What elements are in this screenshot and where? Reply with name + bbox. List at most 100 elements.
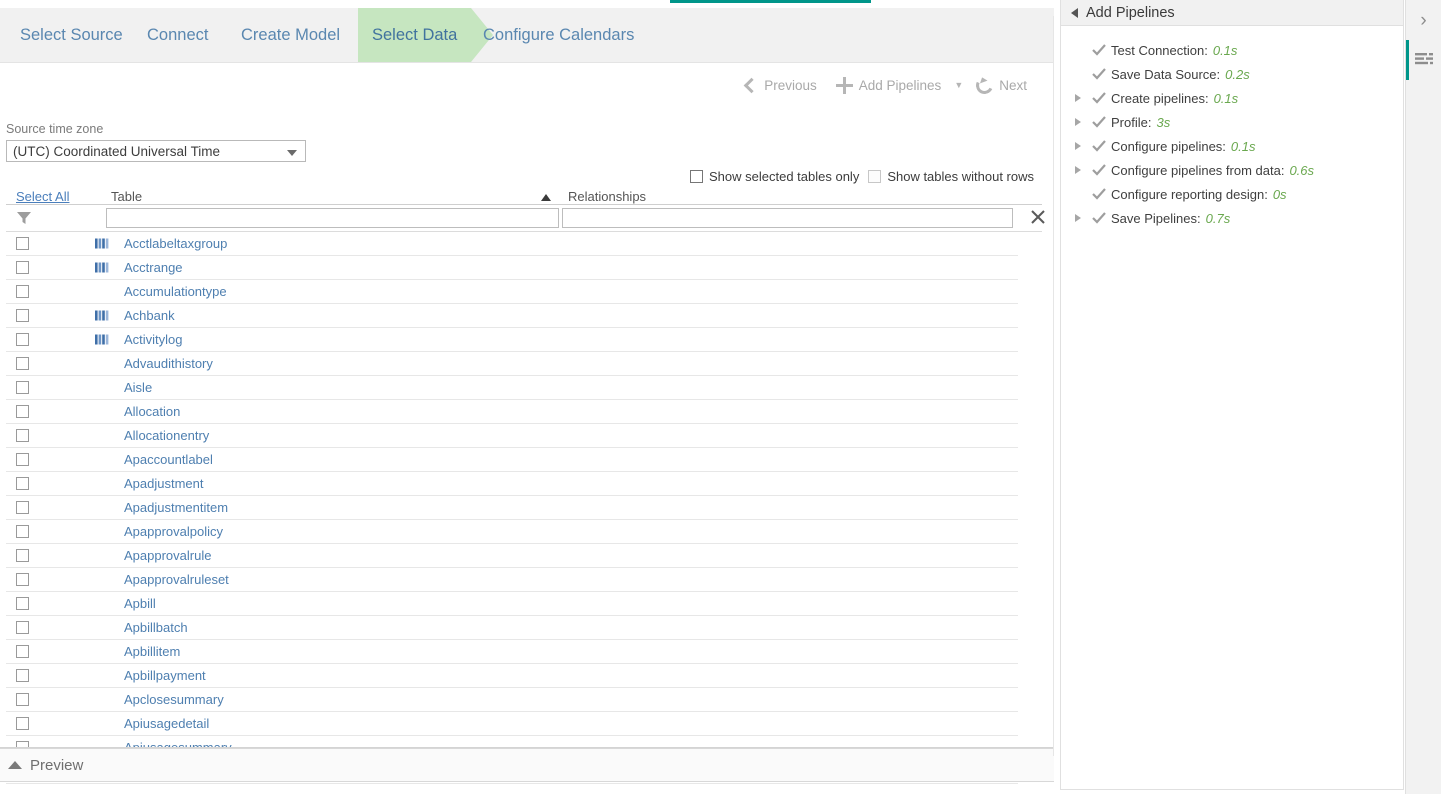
chevron-right-small-icon[interactable] bbox=[1075, 94, 1081, 102]
task-expand-toggle[interactable] bbox=[1075, 94, 1089, 102]
row-checkbox[interactable] bbox=[16, 309, 29, 322]
row-checkbox[interactable] bbox=[16, 501, 29, 514]
row-checkbox[interactable] bbox=[16, 549, 29, 562]
table-name-link[interactable]: Aisle bbox=[116, 380, 152, 395]
show-selected-tables-only-checkbox[interactable] bbox=[690, 170, 703, 183]
task-expand-toggle[interactable] bbox=[1075, 142, 1089, 150]
pipeline-task-item[interactable]: Configure pipelines from data:0.6s bbox=[1075, 158, 1403, 182]
add-pipelines-dropdown-toggle[interactable]: ▼ bbox=[950, 80, 967, 90]
table-name-link[interactable]: Apclosesummary bbox=[116, 692, 224, 707]
table-row[interactable]: Advaudithistory bbox=[6, 352, 1018, 376]
table-row[interactable]: Apiusagedetail bbox=[6, 712, 1018, 736]
pipeline-task-item[interactable]: Test Connection:0.1s bbox=[1075, 38, 1403, 62]
table-name-link[interactable]: Acctrange bbox=[116, 260, 183, 275]
row-checkbox[interactable] bbox=[16, 285, 29, 298]
table-filter-input[interactable] bbox=[106, 208, 559, 228]
table-row[interactable]: Acctlabeltaxgroup bbox=[6, 232, 1018, 256]
collapse-triangle-icon[interactable] bbox=[1071, 8, 1078, 18]
add-pipelines-button[interactable]: Add Pipelines bbox=[826, 76, 951, 94]
pipeline-task-item[interactable]: Save Pipelines:0.7s bbox=[1075, 206, 1403, 230]
table-row[interactable]: Allocation bbox=[6, 400, 1018, 424]
table-row[interactable]: Accumulationtype bbox=[6, 280, 1018, 304]
previous-button[interactable]: Previous bbox=[732, 77, 826, 94]
table-name-link[interactable]: Activitylog bbox=[116, 332, 183, 347]
relationships-filter-input[interactable] bbox=[562, 208, 1013, 228]
task-expand-toggle[interactable] bbox=[1075, 166, 1089, 174]
table-name-link[interactable]: Apbill bbox=[116, 596, 156, 611]
table-name-link[interactable]: Apbillpayment bbox=[116, 668, 206, 683]
table-row[interactable]: Acctrange bbox=[6, 256, 1018, 280]
pipeline-task-item[interactable]: Create pipelines:0.1s bbox=[1075, 86, 1403, 110]
expand-panel-button[interactable]: › bbox=[1406, 0, 1441, 40]
show-tables-without-rows-checkbox[interactable] bbox=[868, 170, 881, 183]
row-checkbox[interactable] bbox=[16, 453, 29, 466]
table-name-link[interactable]: Apiusagedetail bbox=[116, 716, 209, 731]
table-row[interactable]: Apadjustment bbox=[6, 472, 1018, 496]
table-name-link[interactable]: Accumulationtype bbox=[116, 284, 227, 299]
table-row[interactable]: Activitylog bbox=[6, 328, 1018, 352]
pipeline-task-item[interactable]: Configure pipelines:0.1s bbox=[1075, 134, 1403, 158]
filter-funnel-icon[interactable] bbox=[6, 210, 106, 226]
chevron-right-small-icon[interactable] bbox=[1075, 142, 1081, 150]
show-tables-without-rows-option[interactable]: Show tables without rows bbox=[868, 169, 1034, 184]
task-log-button[interactable] bbox=[1406, 40, 1441, 80]
table-name-link[interactable]: Advaudithistory bbox=[116, 356, 213, 371]
table-name-link[interactable]: Allocationentry bbox=[116, 428, 209, 443]
preview-panel-toggle[interactable]: Preview bbox=[0, 748, 1054, 782]
row-checkbox[interactable] bbox=[16, 477, 29, 490]
wizard-step-create-model[interactable]: Create Model bbox=[227, 8, 354, 62]
table-name-link[interactable]: Apadjustment bbox=[116, 476, 204, 491]
row-checkbox[interactable] bbox=[16, 525, 29, 538]
table-name-link[interactable]: Apbillbatch bbox=[116, 620, 188, 635]
table-name-link[interactable]: Apapprovalruleset bbox=[116, 572, 229, 587]
row-checkbox[interactable] bbox=[16, 573, 29, 586]
row-checkbox[interactable] bbox=[16, 405, 29, 418]
row-checkbox[interactable] bbox=[16, 381, 29, 394]
row-checkbox[interactable] bbox=[16, 597, 29, 610]
table-name-link[interactable]: Apaccountlabel bbox=[116, 452, 213, 467]
source-timezone-select[interactable]: (UTC) Coordinated Universal Time bbox=[6, 140, 306, 162]
table-row[interactable]: Apbillpayment bbox=[6, 664, 1018, 688]
table-row[interactable]: Apbillitem bbox=[6, 640, 1018, 664]
table-row[interactable]: Apadjustmentitem bbox=[6, 496, 1018, 520]
table-name-link[interactable]: Achbank bbox=[116, 308, 175, 323]
clear-filter-icon[interactable] bbox=[1028, 207, 1048, 227]
table-row[interactable]: Apbill bbox=[6, 592, 1018, 616]
table-row[interactable]: Apaccountlabel bbox=[6, 448, 1018, 472]
pipeline-task-item[interactable]: Configure reporting design:0s bbox=[1075, 182, 1403, 206]
column-header-table[interactable]: Table bbox=[106, 189, 561, 204]
table-row[interactable]: Aisle bbox=[6, 376, 1018, 400]
row-checkbox[interactable] bbox=[16, 333, 29, 346]
row-checkbox[interactable] bbox=[16, 357, 29, 370]
chevron-right-small-icon[interactable] bbox=[1075, 214, 1081, 222]
table-name-link[interactable]: Allocation bbox=[116, 404, 180, 419]
task-expand-toggle[interactable] bbox=[1075, 118, 1089, 126]
row-checkbox[interactable] bbox=[16, 429, 29, 442]
table-name-link[interactable]: Apapprovalrule bbox=[116, 548, 211, 563]
table-row[interactable]: Achbank bbox=[6, 304, 1018, 328]
wizard-step-select-data[interactable]: Select Data bbox=[358, 8, 471, 62]
task-expand-toggle[interactable] bbox=[1075, 214, 1089, 222]
table-row[interactable]: Apapprovalpolicy bbox=[6, 520, 1018, 544]
wizard-step-connect[interactable]: Connect bbox=[133, 8, 222, 62]
chevron-right-small-icon[interactable] bbox=[1075, 118, 1081, 126]
row-checkbox[interactable] bbox=[16, 669, 29, 682]
wizard-step-configure-calendars[interactable]: Configure Calendars bbox=[469, 8, 648, 62]
table-row[interactable]: Apapprovalrule bbox=[6, 544, 1018, 568]
table-name-link[interactable]: Acctlabeltaxgroup bbox=[116, 236, 227, 251]
row-checkbox[interactable] bbox=[16, 717, 29, 730]
row-checkbox[interactable] bbox=[16, 237, 29, 250]
table-row[interactable]: Allocationentry bbox=[6, 424, 1018, 448]
row-checkbox[interactable] bbox=[16, 621, 29, 634]
chevron-right-small-icon[interactable] bbox=[1075, 166, 1081, 174]
row-checkbox[interactable] bbox=[16, 261, 29, 274]
table-name-link[interactable]: Apapprovalpolicy bbox=[116, 524, 223, 539]
pipeline-task-item[interactable]: Save Data Source:0.2s bbox=[1075, 62, 1403, 86]
table-name-link[interactable]: Apadjustmentitem bbox=[116, 500, 228, 515]
table-row[interactable]: Apapprovalruleset bbox=[6, 568, 1018, 592]
table-row[interactable]: Apclosesummary bbox=[6, 688, 1018, 712]
table-row[interactable]: Apbillbatch bbox=[6, 616, 1018, 640]
wizard-step-select-source[interactable]: Select Source bbox=[6, 8, 137, 62]
column-header-relationships[interactable]: Relationships bbox=[561, 189, 646, 204]
next-button[interactable]: Next bbox=[967, 77, 1036, 94]
